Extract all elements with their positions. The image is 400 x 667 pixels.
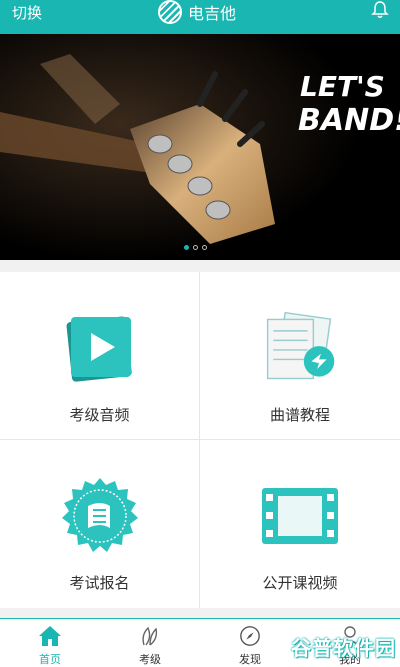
grid-item-label: 考级音频 [69,406,130,424]
nav-label: 发现 [239,653,261,666]
play-icon [60,308,140,388]
banner-text-line2: BAND! [298,103,400,138]
header-bar: 切换 电吉他 [0,0,400,34]
grid-item-exam-register[interactable]: 考试报名 [0,440,200,608]
grid-item-label: 曲谱教程 [269,406,330,424]
nav-label: 考级 [139,653,161,666]
nav-label: 首页 [39,653,61,666]
nav-item-discover[interactable]: 发现 [200,619,300,667]
header-title-group: 电吉他 [158,0,236,24]
grid-item-exam-audio[interactable]: 考级音频 [0,272,200,440]
nav-item-level[interactable]: 考级 [100,619,200,667]
bell-icon[interactable] [370,0,390,20]
feature-grid: 考级音频 曲谱教程 考试报名 公开课视频 [0,272,400,608]
nav-item-home[interactable]: 首页 [0,619,100,667]
carousel-dot[interactable] [193,245,198,250]
logo-icon [158,0,182,24]
switch-button[interactable]: 切换 [12,2,42,23]
compass-icon [237,625,263,647]
level-icon [137,625,163,647]
sheet-music-icon [260,308,340,388]
grid-item-label: 公开课视频 [262,574,338,592]
badge-icon [60,476,140,556]
banner-text-line1: LET'S [300,70,385,103]
carousel-dot[interactable] [184,245,189,250]
film-icon [260,476,340,556]
app-screen: 切换 电吉他 LET'S BAND! 考级音频 曲谱教程 考试报名 公开课视频 … [0,0,400,667]
grid-item-label: 考试报名 [69,574,130,592]
watermark-text: 谷普软件园 [291,636,396,660]
banner-carousel[interactable]: LET'S BAND! [0,34,400,260]
grid-item-sheet-tutorial[interactable]: 曲谱教程 [200,272,400,440]
guitar-banner-image: LET'S BAND! [0,34,400,260]
carousel-dot[interactable] [202,245,207,250]
home-icon [37,625,63,647]
page-title: 电吉他 [188,4,237,23]
carousel-dots [184,245,207,250]
grid-item-open-class-video[interactable]: 公开课视频 [200,440,400,608]
